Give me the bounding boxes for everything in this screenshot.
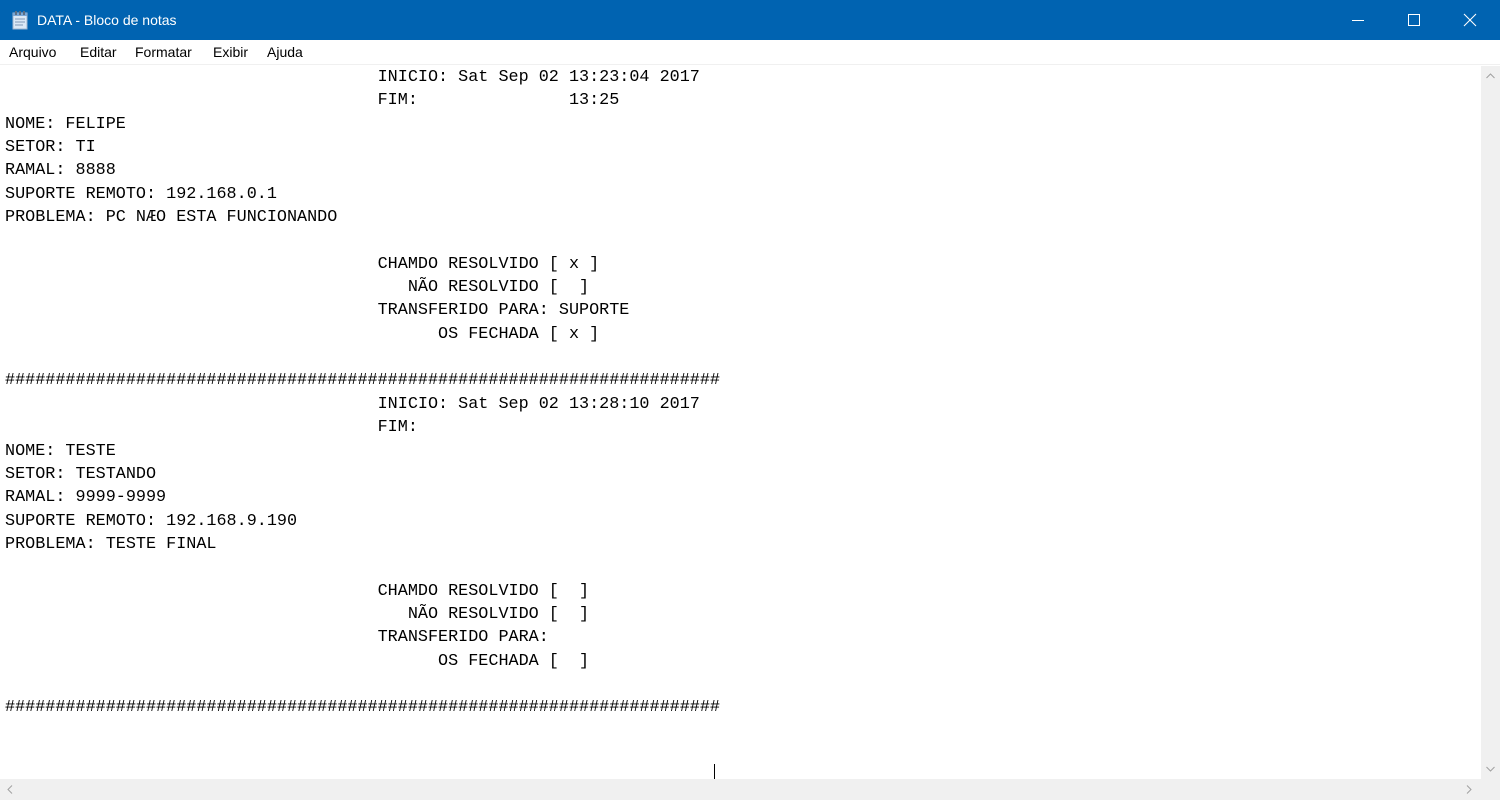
text-line: NOME: TESTE: [5, 441, 116, 461]
text-line: TRANSFERIDO PARA:: [5, 628, 549, 648]
scroll-left-icon[interactable]: [7, 785, 13, 794]
text-line: ########################################…: [5, 371, 720, 391]
maximize-button[interactable]: [1386, 0, 1442, 40]
text-line: NOME: FELIPE: [5, 114, 126, 134]
text-line: CHAMDO RESOLVIDO [ x ]: [5, 254, 600, 274]
text-line: ########################################…: [5, 698, 720, 718]
scroll-up-icon[interactable]: [1486, 73, 1495, 79]
maximize-icon: [1408, 14, 1420, 26]
text-line: PROBLEMA: TESTE FINAL: [5, 534, 217, 554]
text-line: CHAMDO RESOLVIDO [ ]: [5, 581, 590, 601]
text-line: OS FECHADA [ x ]: [5, 324, 600, 344]
vertical-scrollbar[interactable]: [1481, 66, 1500, 779]
text-line: NÃO RESOLVIDO [ ]: [5, 278, 590, 298]
menu-ajuda[interactable]: Ajuda: [267, 44, 303, 61]
scroll-down-icon[interactable]: [1486, 766, 1495, 772]
text-line: OS FECHADA [ ]: [5, 651, 590, 671]
minimize-button[interactable]: [1330, 0, 1386, 40]
menu-exibir[interactable]: Exibir: [213, 44, 248, 61]
text-line: INICIO: Sat Sep 02 13:28:10 2017: [5, 394, 700, 414]
window-title: DATA - Bloco de notas: [37, 12, 177, 28]
scroll-right-icon[interactable]: [1466, 785, 1472, 794]
text-line: FIM:: [5, 418, 418, 438]
menu-formatar[interactable]: Formatar: [135, 44, 192, 61]
text-line: SUPORTE REMOTO: 192.168.9.190: [5, 511, 298, 531]
menu-editar[interactable]: Editar: [80, 44, 117, 61]
text-line: PROBLEMA: PC NÆO ESTA FUNCIONANDO: [5, 208, 338, 228]
notepad-icon: [12, 10, 28, 30]
text-line: RAMAL: 8888: [5, 161, 116, 181]
text-line: RAMAL: 9999-9999: [5, 488, 167, 508]
text-line: SETOR: TESTANDO: [5, 464, 157, 484]
text-line: INICIO: Sat Sep 02 13:23:04 2017: [5, 68, 700, 87]
menu-bar: Arquivo Editar Formatar Exibir Ajuda: [0, 40, 1500, 64]
minimize-icon: [1352, 20, 1364, 21]
text-caret: [714, 764, 715, 779]
title-bar[interactable]: DATA - Bloco de notas: [0, 0, 1500, 40]
text-line: SETOR: TI: [5, 138, 96, 158]
close-icon: [1463, 13, 1477, 27]
text-line: NÃO RESOLVIDO [ ]: [5, 604, 590, 624]
menu-arquivo[interactable]: Arquivo: [9, 44, 56, 61]
text-line: TRANSFERIDO PARA: SUPORTE: [5, 301, 630, 321]
scrollbar-corner: [1481, 779, 1500, 800]
text-line: FIM: 13:25: [5, 91, 620, 111]
horizontal-scrollbar[interactable]: [0, 779, 1481, 800]
document-text[interactable]: INICIO: Sat Sep 02 13:23:04 2017 FIM: 13…: [5, 66, 720, 720]
text-editor[interactable]: INICIO: Sat Sep 02 13:23:04 2017 FIM: 13…: [0, 66, 1481, 779]
text-line: SUPORTE REMOTO: 192.168.0.1: [5, 184, 277, 204]
menu-divider: [0, 64, 1500, 65]
close-button[interactable]: [1442, 0, 1498, 40]
